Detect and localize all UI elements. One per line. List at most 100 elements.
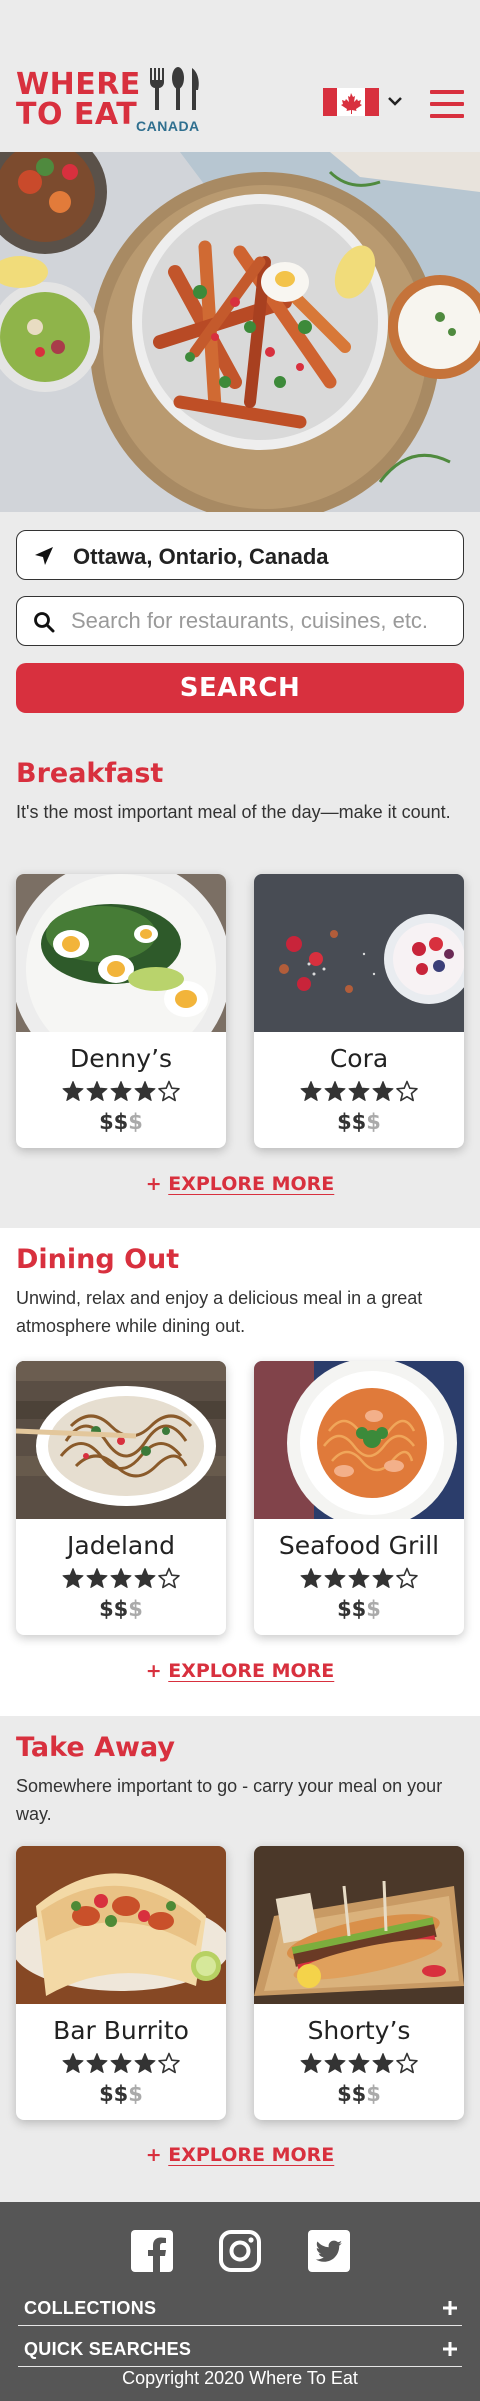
restaurant-photo [254,1846,464,2004]
expand-plus-icon [443,2301,457,2315]
price-inactive: $ [128,2082,143,2106]
menu-bar [430,90,464,94]
rating-stars [300,1567,418,1589]
price-inactive: $ [366,1597,381,1621]
search-input[interactable] [71,605,456,637]
price-level: $$$ [16,1597,226,1621]
restaurant-card[interactable]: Jadeland $$$ [16,1361,226,1635]
explore-more-label: EXPLORE MORE [168,1660,335,1682]
restaurant-card[interactable]: Seafood Grill $$$ [254,1361,464,1635]
chevron-down-icon[interactable] [386,92,404,110]
star-filled-icon [300,1081,322,1101]
hamburger-icon[interactable] [430,90,464,118]
location-arrow-icon [35,547,53,565]
rating-stars [62,2052,180,2074]
section-title: Dining Out [16,1244,180,1275]
rating-stars [62,1567,180,1589]
search-icon [34,612,55,633]
section-title: Take Away [16,1732,175,1763]
restaurant-name: Cora [329,1044,389,1073]
facebook-icon[interactable] [131,2230,173,2272]
restaurant-photo [254,874,464,1032]
price-active: $$ [99,1110,129,1134]
price-inactive: $ [128,1597,143,1621]
plus-icon: + [145,1660,162,1682]
price-active: $$ [99,1597,129,1621]
explore-more-label: EXPLORE MORE [168,2144,335,2166]
explore-more-label: EXPLORE MORE [168,1173,335,1195]
section-breakfast: Breakfast It's the most important meal o… [0,740,480,1228]
price-level: $$$ [254,2082,464,2106]
rating-stars [62,1080,180,1102]
restaurant-photo [16,1361,226,1519]
collections-row[interactable]: COLLECTIONS [18,2286,462,2326]
restaurant-card[interactable]: Shorty’s $$$ [254,1846,464,2120]
site-logo[interactable]: WHERE TO EAT CANADA [16,67,199,134]
price-inactive: $ [366,2082,381,2106]
restaurant-photo [254,1361,464,1519]
hero-food-image [0,152,480,512]
price-level: $$$ [16,2082,226,2106]
restaurant-card[interactable]: Bar Burrito $$$ [16,1846,226,2120]
search-field[interactable] [16,596,464,646]
star-filled-icon [110,2053,132,2073]
section-dining-out: Dining Out Unwind, relax and enjoy a del… [0,1228,480,1716]
star-filled-icon [134,1081,156,1101]
star-filled-icon [86,1568,108,1588]
collections-label: COLLECTIONS [24,2298,157,2318]
restaurant-photo [16,874,226,1032]
star-filled-icon [300,2053,322,2073]
star-filled-icon [348,1081,370,1101]
instagram-icon[interactable] [219,2230,261,2272]
star-filled-icon [86,2053,108,2073]
price-level: $$$ [254,1110,464,1134]
logo-line-1: WHERE [16,67,141,102]
star-filled-icon [86,1081,108,1101]
star-filled-icon [62,1568,84,1588]
star-filled-icon [134,2053,156,2073]
star-empty-icon [158,1080,180,1102]
explore-more-link[interactable]: + EXPLORE MORE [0,1660,480,1682]
cutlery-icon [150,67,199,110]
restaurant-name: Bar Burrito [53,2016,189,2045]
section-description: Somewhere important to go - carry your m… [16,1776,443,1824]
star-filled-icon [372,2053,394,2073]
menu-bar [430,114,464,118]
plus-icon: + [145,1173,162,1195]
star-filled-icon [62,1081,84,1101]
section-take-away: Take Away Somewhere important to go - ca… [0,1716,480,2202]
star-filled-icon [372,1568,394,1588]
section-description: Unwind, relax and enjoy a delicious meal… [16,1288,423,1336]
star-filled-icon [134,1568,156,1588]
site-header: WHERE TO EAT CANADA [0,0,480,150]
star-filled-icon [324,1081,346,1101]
restaurant-name: Denny’s [69,1044,173,1073]
restaurant-name: Seafood Grill [278,1531,440,1560]
star-empty-icon [158,1567,180,1589]
expand-plus-icon [443,2342,457,2356]
search-button[interactable]: SEARCH [16,663,464,713]
restaurant-name: Jadeland [67,1531,175,1560]
star-filled-icon [348,2053,370,2073]
quick-searches-row[interactable]: QUICK SEARCHES [18,2327,462,2367]
restaurant-card[interactable]: Denny’s $$$ [16,874,226,1148]
restaurant-photo [16,1846,226,2004]
price-inactive: $ [366,1110,381,1134]
logo-line-2: TO EAT [16,97,138,132]
explore-more-link[interactable]: + EXPLORE MORE [0,2144,480,2166]
star-filled-icon [324,2053,346,2073]
star-filled-icon [348,1568,370,1588]
star-filled-icon [62,2053,84,2073]
twitter-icon[interactable] [308,2230,350,2272]
plus-icon: + [145,2144,162,2166]
star-empty-icon [396,1567,418,1589]
location-field[interactable]: Ottawa, Ontario, Canada [16,530,464,580]
explore-more-link[interactable]: + EXPLORE MORE [0,1173,480,1195]
section-title: Breakfast [16,758,164,789]
star-filled-icon [372,1081,394,1101]
canada-flag-icon[interactable] [323,88,379,116]
star-empty-icon [396,1080,418,1102]
restaurant-card[interactable]: Cora $$$ [254,874,464,1148]
price-active: $$ [337,1110,367,1134]
star-filled-icon [324,1568,346,1588]
